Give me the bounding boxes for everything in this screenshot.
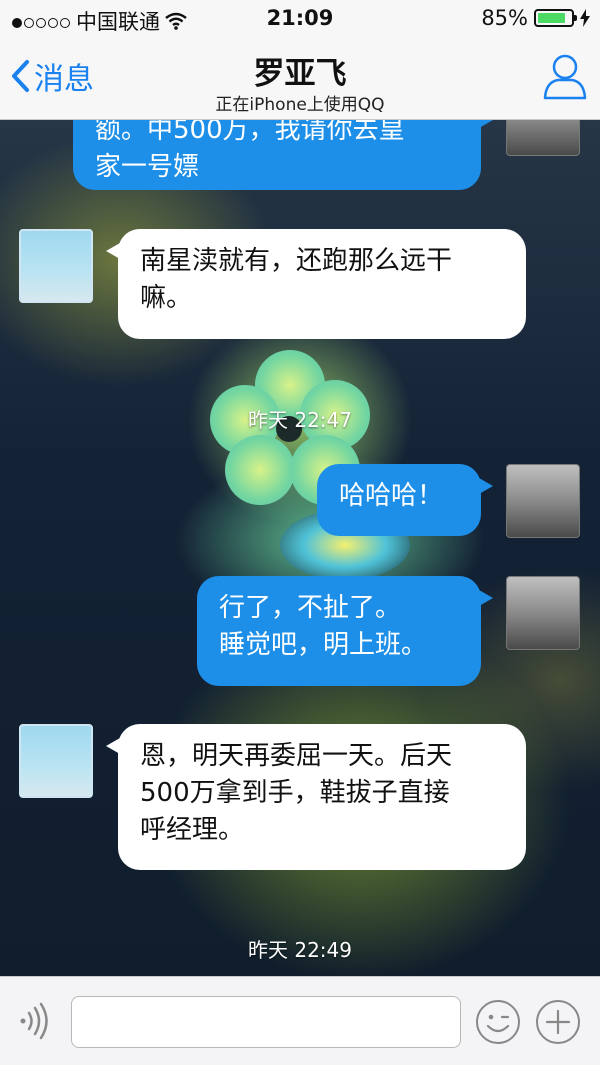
input-bar xyxy=(0,976,600,1065)
message-line: 行了，不扯了。 xyxy=(219,593,402,623)
my-avatar[interactable] xyxy=(506,120,580,156)
battery-fill xyxy=(538,13,566,23)
contact-avatar[interactable] xyxy=(19,724,93,798)
message-timestamp: 昨天 22:47 xyxy=(248,408,352,432)
battery-percent: 85% xyxy=(481,6,528,30)
message-bubble-outgoing[interactable]: 额。中500万，我请你去皇 家一号嫖 xyxy=(73,120,493,190)
my-avatar[interactable] xyxy=(506,464,580,538)
more-options-button[interactable] xyxy=(534,998,582,1050)
emoji-icon xyxy=(476,1000,520,1044)
status-bar: 中国联通 21:09 85% xyxy=(0,0,600,38)
contact-icon xyxy=(543,54,587,100)
message-timestamp: 昨天 22:49 xyxy=(248,938,352,962)
message-input[interactable] xyxy=(71,996,461,1048)
emoji-button[interactable] xyxy=(474,998,522,1050)
charging-icon xyxy=(580,9,590,27)
message-bubble-outgoing[interactable]: 行了，不扯了。 睡觉吧，明上班。 xyxy=(197,576,493,686)
my-avatar[interactable] xyxy=(506,576,580,650)
plus-icon xyxy=(536,1000,580,1044)
voice-button[interactable] xyxy=(14,1001,54,1045)
battery-icon xyxy=(534,9,577,27)
contact-name-title: 罗亚飞 xyxy=(253,56,347,92)
message-line: 恩，明天再委屈一天。后天 xyxy=(140,741,453,771)
message-bubble-outgoing[interactable]: 哈哈哈！ xyxy=(317,464,493,536)
message-line: 呼经理。 xyxy=(140,815,245,845)
voice-icon xyxy=(20,1002,48,1040)
message-line: 家一号嫖 xyxy=(95,152,200,182)
chat-area[interactable]: 额。中500万，我请你去皇 家一号嫖 南星渎就有，还跑那么远干 嘛。 昨天 22… xyxy=(0,120,600,976)
contact-avatar[interactable] xyxy=(19,229,93,303)
message-bubble-incoming[interactable]: 南星渎就有，还跑那么远干 嘛。 xyxy=(106,229,526,339)
contact-profile-button[interactable] xyxy=(542,52,588,104)
message-bubble-incoming[interactable]: 恩，明天再委屈一天。后天 500万拿到手，鞋拔子直接 呼经理。 xyxy=(106,724,526,870)
message-line: 哈哈哈！ xyxy=(339,481,444,511)
message-line: 额。中500万，我请你去皇 xyxy=(95,120,405,145)
status-right: 85% xyxy=(481,6,590,30)
message-line: 嘛。 xyxy=(140,283,193,313)
message-line: 500万拿到手，鞋拔子直接 xyxy=(140,778,450,808)
message-line: 睡觉吧，明上班。 xyxy=(219,630,428,660)
navigation-bar: 消息 罗亚飞 正在iPhone上使用QQ xyxy=(0,38,600,120)
message-line: 南星渎就有，还跑那么远干 xyxy=(140,246,453,276)
online-status-subtitle: 正在iPhone上使用QQ xyxy=(215,95,385,115)
